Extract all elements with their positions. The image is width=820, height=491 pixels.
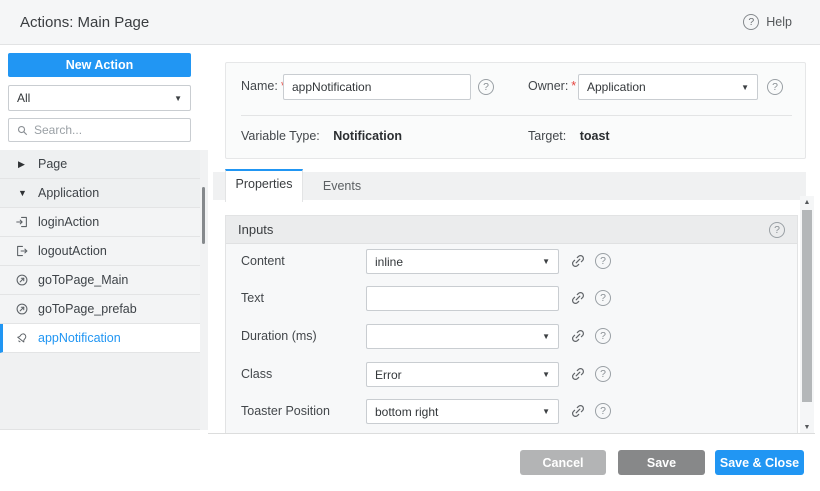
tree-item-logoutaction[interactable]: logoutAction [0,237,200,266]
tree-item-appnotification[interactable]: appNotification [0,324,200,353]
login-icon [15,215,29,229]
help-icon[interactable]: ? [743,14,759,30]
scrollbar-up-icon[interactable]: ▲ [800,196,814,208]
class-value: Error [375,368,536,382]
tab-events[interactable]: Events [303,172,381,200]
prop-label-text: Text [241,286,264,311]
tree-item-label: appNotification [38,331,121,345]
link-icon[interactable] [570,328,586,344]
goto-page-icon [15,302,29,316]
tree-item-label: goToPage_Main [38,273,128,287]
new-action-button[interactable]: New Action [8,53,191,77]
inputs-header: Inputs ? [226,216,797,244]
variable-type-label: Variable Type: [241,129,320,143]
tab-properties[interactable]: Properties [225,169,303,202]
tree-group-page[interactable]: ▶ Page [0,150,200,179]
link-icon[interactable] [570,366,586,382]
dropdown-caret-icon: ▼ [542,370,550,379]
tree-item-label: logoutAction [38,244,107,258]
dropdown-caret-icon: ▼ [741,83,749,92]
required-marker: * [571,79,576,93]
prop-label-duration: Duration (ms) [241,324,317,349]
owner-value: Application [587,80,735,94]
content-value: inline [375,255,536,269]
prop-label-content: Content [241,249,285,274]
inputs-panel: Inputs ? Content inline ▼ ? Text ? Durat… [225,215,798,434]
dropdown-caret-icon: ▼ [542,332,550,341]
dropdown-caret-icon: ▼ [174,94,182,103]
tree-item-label: goToPage_prefab [38,302,137,316]
sidebar-scrollbar-thumb[interactable] [202,187,205,244]
dropdown-caret-icon: ▼ [542,407,550,416]
prop-label-class: Class [241,362,272,387]
variable-type-value: Notification [333,129,402,143]
content-select[interactable]: inline ▼ [366,249,559,274]
sidebar: New Action All ▼ ▶ Page ▼ Application [0,45,208,430]
help-icon[interactable]: ? [595,403,611,419]
scrollbar-thumb[interactable] [802,210,812,402]
name-label: Name:* [241,79,286,93]
target-row: Target: toast [528,129,610,143]
properties-scrollbar[interactable]: ▲ ▼ [800,196,814,433]
owner-label: Owner:* [528,79,576,93]
search-box[interactable] [8,118,191,142]
help-icon[interactable]: ? [767,79,783,95]
logout-icon [15,244,29,258]
goto-page-icon [15,273,29,287]
name-field[interactable] [283,74,471,100]
tree-item-gotopage-prefab[interactable]: goToPage_prefab [0,295,200,324]
filter-value: All [17,91,168,105]
tree-group-label: Application [38,186,99,200]
help-label[interactable]: Help [766,15,792,29]
link-icon[interactable] [570,290,586,306]
caret-down-icon[interactable]: ▼ [18,188,28,198]
save-button[interactable]: Save [618,450,705,475]
notification-icon [15,331,29,345]
toaster-position-select[interactable]: bottom right ▼ [366,399,559,424]
content-bottom-border [208,433,815,434]
scrollbar-down-icon[interactable]: ▼ [800,421,814,433]
tree-item-gotopage-main[interactable]: goToPage_Main [0,266,200,295]
action-filter-select[interactable]: All ▼ [8,85,191,111]
help-icon[interactable]: ? [769,222,785,238]
link-icon[interactable] [570,403,586,419]
cancel-button[interactable]: Cancel [520,450,606,475]
help-icon[interactable]: ? [595,366,611,382]
dropdown-caret-icon: ▼ [542,257,550,266]
details-panel: Name:* ? Owner:* Application ▼ ? Variabl… [225,62,806,159]
page-title: Actions: Main Page [20,0,149,44]
help-icon[interactable]: ? [595,328,611,344]
tree-group-application[interactable]: ▼ Application [0,179,200,208]
save-and-close-button[interactable]: Save & Close [715,450,804,475]
caret-right-icon[interactable]: ▶ [18,159,28,170]
header: Actions: Main Page ? Help [0,0,820,45]
help-link[interactable]: ? Help [743,0,792,44]
class-select[interactable]: Error ▼ [366,362,559,387]
help-icon[interactable]: ? [595,253,611,269]
variable-type-row: Variable Type: Notification [241,129,402,143]
action-tree: ▶ Page ▼ Application loginAction [0,150,208,430]
owner-select[interactable]: Application ▼ [578,74,758,100]
actions-dialog: Actions: Main Page ? Help New Action All… [0,0,820,491]
tree-item-loginaction[interactable]: loginAction [0,208,200,237]
inputs-title: Inputs [238,222,769,237]
search-input[interactable] [34,123,183,137]
help-icon[interactable]: ? [595,290,611,306]
text-field[interactable] [366,286,559,311]
tree-group-label: Page [38,157,67,171]
toaster-position-value: bottom right [375,405,536,419]
tree-item-label: loginAction [38,215,99,229]
target-label: Target: [528,129,566,143]
help-icon[interactable]: ? [478,79,494,95]
target-value: toast [580,129,610,143]
prop-label-toaster-position: Toaster Position [241,399,330,424]
duration-select[interactable]: ▼ [366,324,559,349]
panel-divider [241,115,792,116]
link-icon[interactable] [570,253,586,269]
search-icon [16,124,29,137]
